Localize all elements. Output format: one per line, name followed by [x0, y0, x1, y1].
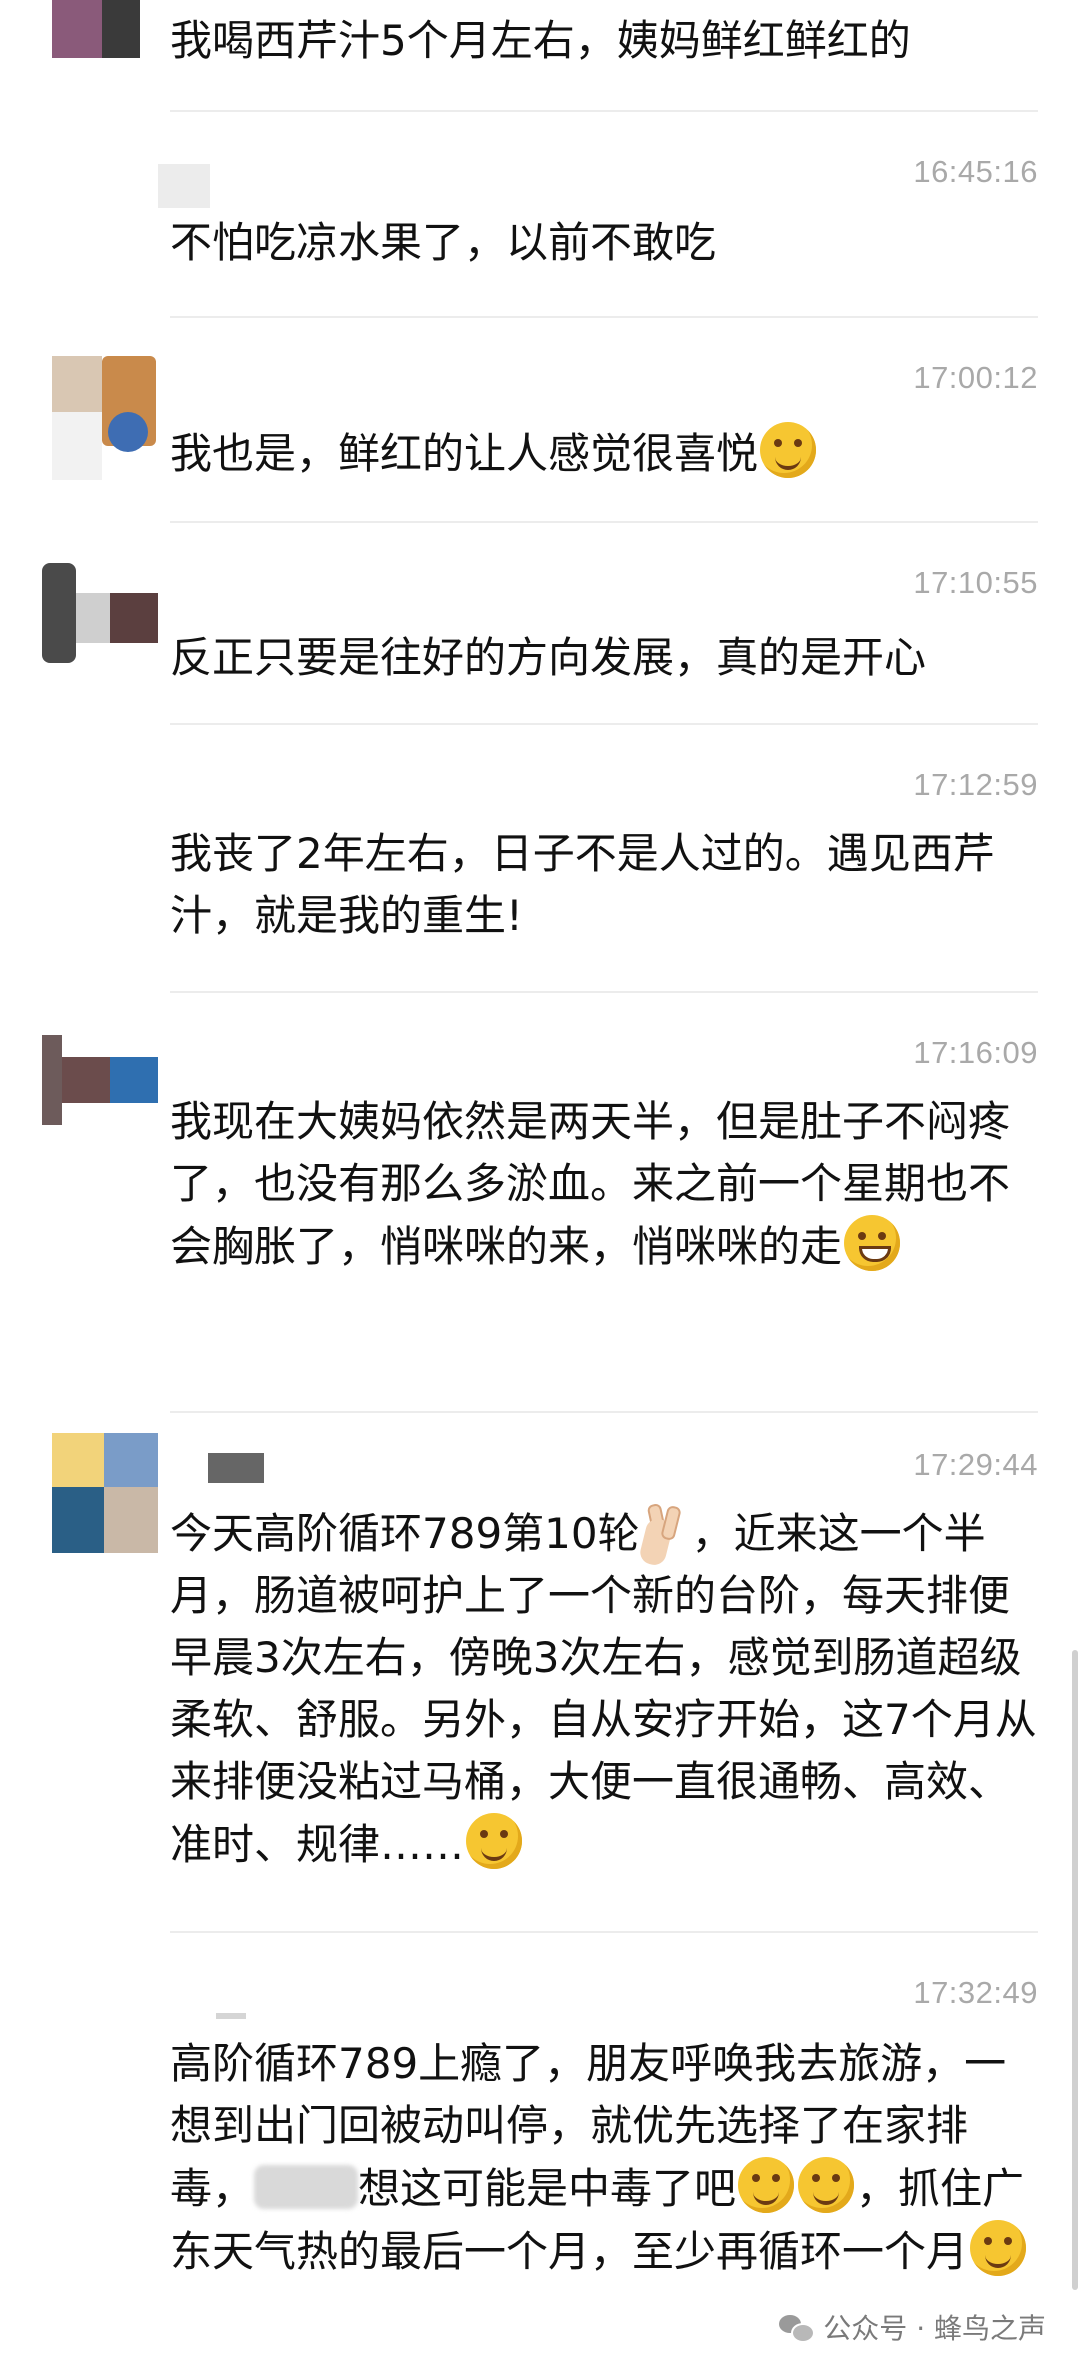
comment-item: 17:16:09 我现在大姨妈依然是两天半，但是肚子不闷疼了，也没有那么多淤血。… [0, 993, 1080, 1413]
smirk-emoji [466, 1813, 523, 1869]
text-segment: 今天高阶循环789第10轮 [170, 1509, 640, 1558]
comment-text: 不怕吃凉水果了，以前不敢吃 [170, 218, 717, 267]
text-segment: ，近来这一个半月，肠道被呵护上了一个新的台阶，每天排便早晨3次左右，傍晚3次左右… [170, 1509, 1037, 1869]
watermark: 公众号 · 蜂鸟之声 [779, 2307, 1046, 2347]
text-segment: 我也是，鲜红的让人感觉很喜悦 [170, 429, 759, 478]
comment-text: 我喝西芹汁5个月左右，姨妈鲜红鲜红的 [170, 16, 911, 65]
comment-item: 17:29:44 今天高阶循环789第10轮 ，近来这一个半月，肠道被呵护上了一个… [0, 1413, 1080, 1933]
avatar[interactable] [158, 164, 210, 208]
avatar[interactable] [52, 0, 140, 58]
comment-text: 我丧了2年左右，日子不是人过的。遇见西芹汁，就是我的重生! [170, 829, 995, 940]
blurred-text [254, 2165, 359, 2209]
text-segment: 想这可能是中毒了吧 [358, 2164, 737, 2213]
comment-item: 16:45:16 不怕吃凉水果了，以前不敢吃 [0, 112, 1080, 318]
avatar[interactable] [196, 2001, 256, 2025]
comment-item: 17:00:12 我也是，鲜红的让人感觉很喜悦 [0, 318, 1080, 523]
comment-time: 16:45:16 [913, 154, 1038, 189]
avatar[interactable] [42, 563, 158, 663]
smirk-emoji [798, 2157, 855, 2213]
comment-time: 17:12:59 [913, 767, 1038, 802]
comment-time: 17:00:12 [913, 360, 1038, 395]
wechat-icon [779, 2313, 816, 2343]
comment-item: 17:32:49 高阶循环789上瘾了，朋友呼唤我去旅游，一想到出门回被动叫停，… [0, 1933, 1080, 2371]
comment-time: 17:32:49 [913, 1975, 1038, 2010]
watermark-label: 公众号 · 蜂鸟之声 [823, 2312, 1046, 2345]
comment-text: 我现在大姨妈依然是两天半，但是肚子不闷疼了，也没有那么多淤血。来之前一个星期也不… [170, 1091, 1040, 1278]
avatar[interactable] [52, 356, 156, 480]
smile-emoji [970, 2220, 1027, 2276]
comment-time: 17:16:09 [913, 1035, 1038, 1070]
thinking-face-emoji [760, 422, 817, 478]
comment-item: 我喝西芹汁5个月左右，姨妈鲜红鲜红的 [0, 0, 1080, 112]
thinking-face-emoji [738, 2157, 795, 2213]
comment-time: 17:10:55 [913, 565, 1038, 600]
avatar[interactable] [42, 1035, 158, 1125]
grin-emoji [844, 1215, 901, 1271]
comment-item: 17:10:55 反正只要是往好的方向发展，真的是开心 [0, 523, 1080, 725]
comment-text: 高阶循环789上瘾了，朋友呼唤我去旅游，一想到出门回被动叫停，就优先选择了在家排… [170, 2033, 1040, 2283]
comment-text: 反正只要是往好的方向发展，真的是开心 [170, 633, 927, 682]
scrollbar[interactable] [1072, 1650, 1078, 2290]
comment-text: 今天高阶循环789第10轮 ，近来这一个半月，肠道被呵护上了一个新的台阶，每天排便… [170, 1503, 1040, 1876]
victory-hand-emoji [644, 1504, 688, 1556]
comment-text: 我也是，鲜红的让人感觉很喜悦 [170, 422, 1040, 485]
comment-time: 17:29:44 [913, 1447, 1038, 1482]
comment-item: 17:12:59 我丧了2年左右，日子不是人过的。遇见西芹汁，就是我的重生! [0, 725, 1080, 993]
